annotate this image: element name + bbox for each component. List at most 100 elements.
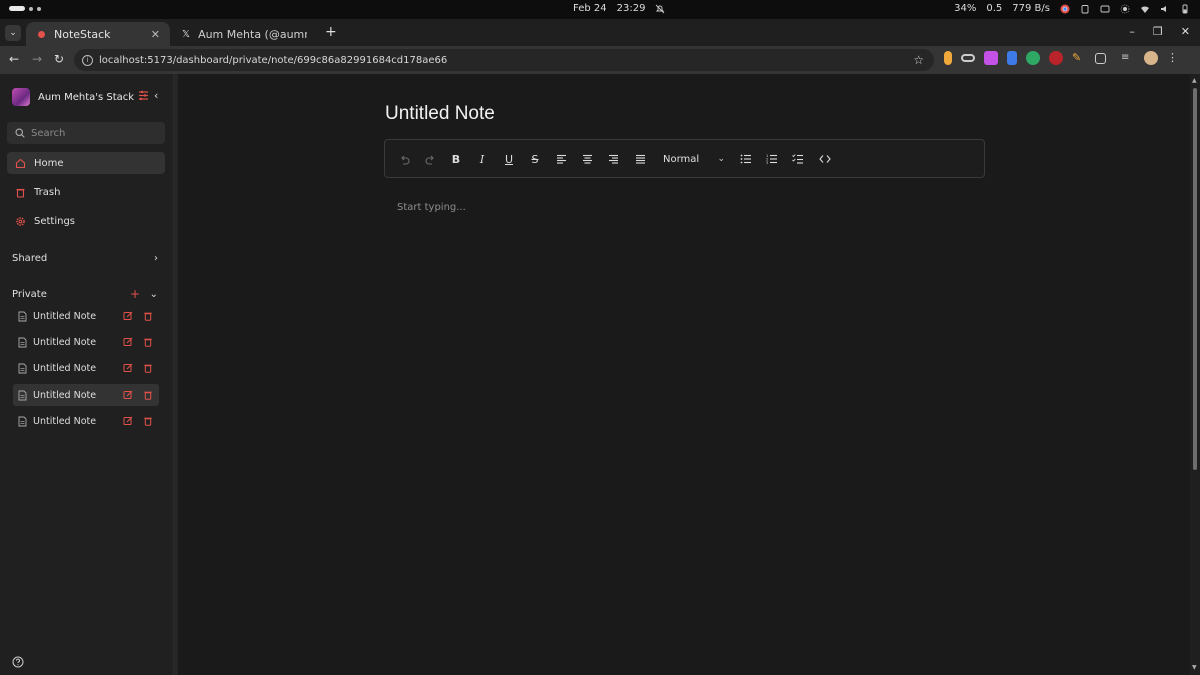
download-extension-icon[interactable] xyxy=(984,51,998,65)
checklist-icon[interactable] xyxy=(791,152,805,166)
address-bar[interactable]: i localhost:5173/dashboard/private/note/… xyxy=(74,49,934,71)
align-center-icon[interactable] xyxy=(580,152,594,166)
block-type-select[interactable]: Normal ⌄ xyxy=(663,151,725,167)
align-justify-icon[interactable] xyxy=(633,152,647,166)
note-title: Untitled Note xyxy=(33,310,97,322)
reading-list-icon[interactable]: ≡ xyxy=(1121,51,1135,65)
scrollbar-thumb[interactable] xyxy=(1193,88,1197,470)
italic-icon[interactable]: I xyxy=(475,152,489,166)
sidebar: Aum Mehta's Stack ‹ Home Trash Settings … xyxy=(0,74,174,675)
sidebar-menu-icon[interactable] xyxy=(138,90,149,101)
sidebar-item-home[interactable]: Home xyxy=(7,152,165,174)
document-icon xyxy=(17,311,27,322)
sidebar-item-trash[interactable]: Trash xyxy=(7,181,165,203)
sidebar-search[interactable] xyxy=(7,122,165,144)
edit-note-icon[interactable] xyxy=(123,363,133,373)
extension-2-icon[interactable] xyxy=(961,54,975,62)
strikethrough-icon[interactable]: S xyxy=(528,152,542,166)
battery-icon xyxy=(1182,4,1188,13)
numbered-list-icon[interactable]: 123 xyxy=(765,152,779,166)
add-note-icon[interactable]: + xyxy=(130,287,140,301)
extension-1-icon[interactable] xyxy=(944,51,952,65)
delete-note-icon[interactable] xyxy=(143,337,153,347)
gear-icon xyxy=(14,215,26,227)
shared-label: Shared xyxy=(12,252,48,264)
edit-note-icon[interactable] xyxy=(123,337,133,347)
note-title: Untitled Note xyxy=(33,415,97,427)
extension-5-icon[interactable] xyxy=(1026,51,1040,65)
extension-4-icon[interactable] xyxy=(1007,51,1017,65)
sidebar-item-label: Trash xyxy=(34,186,61,198)
system-load: 0.5 xyxy=(986,3,1003,14)
pen-extension-icon[interactable]: ✎ xyxy=(1072,51,1086,65)
code-icon[interactable] xyxy=(818,152,832,166)
close-window-icon[interactable]: ✕ xyxy=(1181,25,1190,38)
x-logo-icon: 𝕏 xyxy=(182,28,191,40)
chevron-right-icon[interactable]: › xyxy=(154,253,158,264)
home-icon xyxy=(14,157,26,169)
shared-section-header[interactable]: Shared › xyxy=(12,251,162,265)
redo-icon[interactable] xyxy=(423,152,437,166)
scroll-down-icon[interactable]: ▼ xyxy=(1192,664,1197,671)
new-tab-button[interactable]: + xyxy=(325,24,337,40)
back-arrow-icon[interactable]: ← xyxy=(9,52,19,66)
notestack-favicon-icon xyxy=(36,29,46,39)
minimize-icon[interactable]: – xyxy=(1129,25,1135,38)
tab-x-profile[interactable]: 𝕏 Aum Mehta (@aummeht xyxy=(172,22,317,46)
cast-icon xyxy=(1100,5,1110,12)
bold-icon[interactable]: B xyxy=(449,152,463,166)
maximize-icon[interactable]: ❐ xyxy=(1153,25,1163,38)
note-title: Untitled Note xyxy=(33,389,97,401)
note-list-item[interactable]: Untitled Note xyxy=(13,410,159,432)
note-title-heading[interactable]: Untitled Note xyxy=(385,103,495,125)
site-info-icon[interactable]: i xyxy=(82,54,93,66)
chrome-icon xyxy=(1060,4,1070,13)
puzzle-extensions-icon[interactable] xyxy=(1095,52,1106,64)
close-tab-icon[interactable]: ✕ xyxy=(151,28,160,41)
os-date: Feb 24 xyxy=(573,3,607,14)
delete-note-icon[interactable] xyxy=(143,311,153,321)
chevron-down-icon[interactable]: ⌄ xyxy=(150,289,158,300)
note-list-item[interactable]: Untitled Note xyxy=(13,305,159,327)
delete-note-icon[interactable] xyxy=(143,416,153,426)
edit-note-icon[interactable] xyxy=(123,311,133,321)
undo-icon[interactable] xyxy=(397,152,411,166)
os-status-area[interactable]: 34% 0.5 779 B/s xyxy=(954,3,1190,14)
workspace-indicator[interactable] xyxy=(9,6,41,11)
align-left-icon[interactable] xyxy=(554,152,568,166)
workspace-header[interactable]: Aum Mehta's Stack ‹ xyxy=(12,87,164,107)
delete-note-icon[interactable] xyxy=(143,363,153,373)
forward-arrow-icon[interactable]: → xyxy=(32,52,42,66)
profile-avatar-icon[interactable] xyxy=(1144,51,1158,65)
workspace-avatar xyxy=(12,88,30,106)
scroll-up-icon[interactable]: ▲ xyxy=(1192,77,1197,84)
editor-content-placeholder[interactable]: Start typing... xyxy=(397,202,466,213)
note-list-item[interactable]: Untitled Note xyxy=(13,357,159,379)
edit-note-icon[interactable] xyxy=(123,390,133,400)
reload-icon[interactable]: ↻ xyxy=(54,52,64,66)
collapse-sidebar-icon[interactable]: ‹ xyxy=(154,89,158,102)
align-right-icon[interactable] xyxy=(606,152,620,166)
tab-notestack[interactable]: NoteStack ✕ xyxy=(26,22,170,46)
note-list-item[interactable]: Untitled Note xyxy=(13,331,159,353)
browser-menu-icon[interactable]: ⋮ xyxy=(1167,51,1181,65)
note-title: Untitled Note xyxy=(33,362,97,374)
editor-toolbar: B I U S Normal ⌄ 123 xyxy=(384,139,985,178)
brightness-icon xyxy=(1120,4,1130,13)
tab-search-button[interactable]: ⌄ xyxy=(5,25,21,41)
private-section-header[interactable]: Private + ⌄ xyxy=(12,287,162,301)
browser-tab-strip: ⌄ NoteStack ✕ 𝕏 Aum Mehta (@aummeht xyxy=(0,19,1200,46)
underline-icon[interactable]: U xyxy=(502,152,516,166)
sidebar-item-settings[interactable]: Settings xyxy=(7,210,165,232)
edit-note-icon[interactable] xyxy=(123,416,133,426)
os-clock[interactable]: Feb 24 23:29 xyxy=(573,3,665,14)
bookmark-star-icon[interactable]: ☆ xyxy=(913,53,924,67)
search-input[interactable] xyxy=(31,127,151,139)
delete-note-icon[interactable] xyxy=(143,390,153,400)
document-icon xyxy=(17,363,27,374)
help-icon[interactable] xyxy=(12,656,24,668)
bullet-list-icon[interactable] xyxy=(739,152,753,166)
url-text: localhost:5173/dashboard/private/note/69… xyxy=(99,54,448,66)
record-extension-icon[interactable] xyxy=(1049,51,1063,65)
note-list-item-selected[interactable]: Untitled Note xyxy=(13,384,159,406)
